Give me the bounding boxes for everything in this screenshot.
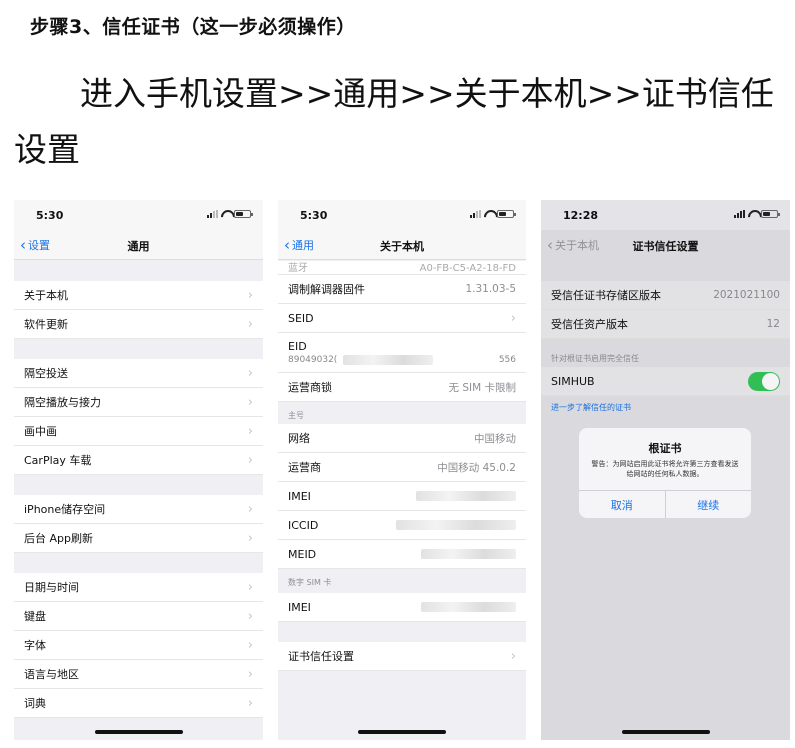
wifi-icon xyxy=(484,210,494,218)
phone-cert-trust: 12:28 ‹ 关于本机 证书信任设置 受信任证书存储区版本 2021021100… xyxy=(541,200,790,740)
redacted-value xyxy=(416,491,516,501)
status-bar: 5:30 xyxy=(278,200,526,230)
home-indicator xyxy=(621,730,710,734)
chevron-right-icon: › xyxy=(247,365,253,381)
status-icons xyxy=(734,210,780,218)
row-seid[interactable]: SEID › xyxy=(278,304,526,333)
redacted-value xyxy=(343,355,434,365)
row-cert-trust-settings[interactable]: 证书信任设置 › xyxy=(278,642,526,671)
row-modem-firmware: 调制解调器固件 1.31.03-5 xyxy=(278,275,526,304)
chevron-right-icon: › xyxy=(247,637,253,653)
signal-icon xyxy=(207,210,218,218)
row-eid: EID 89049032( 556 xyxy=(278,333,526,373)
continue-button[interactable]: 继续 xyxy=(664,491,752,518)
row-iccid: ICCID xyxy=(278,511,526,540)
row-software-update[interactable]: 软件更新 › xyxy=(14,310,263,339)
home-indicator xyxy=(94,730,183,734)
chevron-right-icon: › xyxy=(247,501,253,517)
redacted-value xyxy=(421,602,516,612)
row-carrier-lock: 运营商锁无 SIM 卡限制 xyxy=(278,373,526,402)
alert-title: 根证书 xyxy=(648,442,682,455)
row-background-refresh[interactable]: 后台 App刷新 › xyxy=(14,524,263,553)
section-digital-sim: 数字 SIM 卡 xyxy=(288,578,332,587)
row-fonts[interactable]: 字体 › xyxy=(14,631,263,660)
chevron-right-icon: › xyxy=(247,452,253,468)
home-indicator xyxy=(358,730,446,734)
chevron-right-icon: › xyxy=(247,423,253,439)
row-airplay-handoff[interactable]: 隔空播放与接力 › xyxy=(14,388,263,417)
signal-icon xyxy=(470,210,481,218)
nav-title: 通用 xyxy=(127,240,150,253)
chevron-right-icon: › xyxy=(247,608,253,624)
alert-message: 警告：为网站启用此证书将允许第三方查看发送给网站的任何私人数据。 xyxy=(591,460,739,478)
phone-general-settings: 5:30 ‹ 设置 通用 关于本机 › 软件更新 › 隔空投送 › 隔空播放与接力 › … xyxy=(14,200,263,740)
signal-icon xyxy=(734,210,745,218)
root-cert-alert: 根证书 警告：为网站启用此证书将允许第三方查看发送给网站的任何私人数据。 取消 … xyxy=(579,428,751,518)
row-date-time[interactable]: 日期与时间 › xyxy=(14,573,263,602)
status-icons xyxy=(207,210,253,218)
status-bar: 12:28 xyxy=(541,200,790,230)
about-list: 蓝牙 A0-FB-C5-A2-18-FD 调制解调器固件 1.31.03-5 SEI… xyxy=(278,261,526,740)
chevron-right-icon: › xyxy=(247,316,253,332)
chevron-right-icon: › xyxy=(247,666,253,682)
wifi-icon xyxy=(221,210,231,218)
redacted-value xyxy=(421,549,516,559)
row-picture-in-picture[interactable]: 画中画 › xyxy=(14,417,263,446)
row-keyboard[interactable]: 键盘 › xyxy=(14,602,263,631)
battery-icon xyxy=(234,210,253,218)
status-time: 5:30 xyxy=(36,209,64,222)
cancel-button[interactable]: 取消 xyxy=(579,491,665,518)
chevron-right-icon: › xyxy=(247,394,253,410)
chevron-right-icon: › xyxy=(510,648,516,664)
row-imei: IMEI xyxy=(278,482,526,511)
step-title: 步骤3、信任证书（这一步必须操作） xyxy=(30,16,356,38)
chevron-right-icon: › xyxy=(247,695,253,711)
instruction-text: 进入手机设置>>通用>>关于本机>>证书信任设置 xyxy=(14,74,774,169)
chevron-right-icon: › xyxy=(247,579,253,595)
row-network: 网络 中国移动 xyxy=(278,424,526,453)
chevron-right-icon: › xyxy=(510,310,516,326)
status-time: 12:28 xyxy=(563,209,599,222)
alert-buttons: 取消 继续 xyxy=(579,490,751,518)
section-primary: 主号 xyxy=(288,411,304,420)
phone-about: 5:30 ‹ 通用 关于本机 蓝牙 A0-FB-C5-A2-18-FD 调制解调器… xyxy=(278,200,526,740)
row-carrier: 运营商 中国移动 45.0.2 xyxy=(278,453,526,482)
battery-icon xyxy=(761,210,780,218)
settings-list: 关于本机 › 软件更新 › 隔空投送 › 隔空播放与接力 › 画中画 › CarPlay … xyxy=(14,261,263,740)
chevron-right-icon: › xyxy=(247,530,253,546)
status-bar: 5:30 xyxy=(14,200,263,230)
row-dictionary[interactable]: 词典 › xyxy=(14,689,263,718)
status-time: 5:30 xyxy=(300,209,328,222)
nav-title: 关于本机 xyxy=(380,240,424,253)
battery-icon xyxy=(497,210,516,218)
row-iphone-storage[interactable]: iPhone储存空间 › xyxy=(14,495,263,524)
nav-bar: ‹ 通用 关于本机 xyxy=(278,230,526,260)
chevron-right-icon: › xyxy=(247,287,253,303)
redacted-value xyxy=(396,520,516,530)
row-airdrop[interactable]: 隔空投送 › xyxy=(14,359,263,388)
nav-bar: ‹ 设置 通用 xyxy=(14,230,263,260)
row-carplay[interactable]: CarPlay 车载 › xyxy=(14,446,263,475)
row-bluetooth: 蓝牙 A0-FB-C5-A2-18-FD xyxy=(278,261,526,275)
row-imei-2: IMEI xyxy=(278,593,526,622)
row-language-region[interactable]: 语言与地区 › xyxy=(14,660,263,689)
row-about-phone[interactable]: 关于本机 › xyxy=(14,281,263,310)
row-meid: MEID xyxy=(278,540,526,569)
wifi-icon xyxy=(748,210,758,218)
status-icons xyxy=(470,210,516,218)
